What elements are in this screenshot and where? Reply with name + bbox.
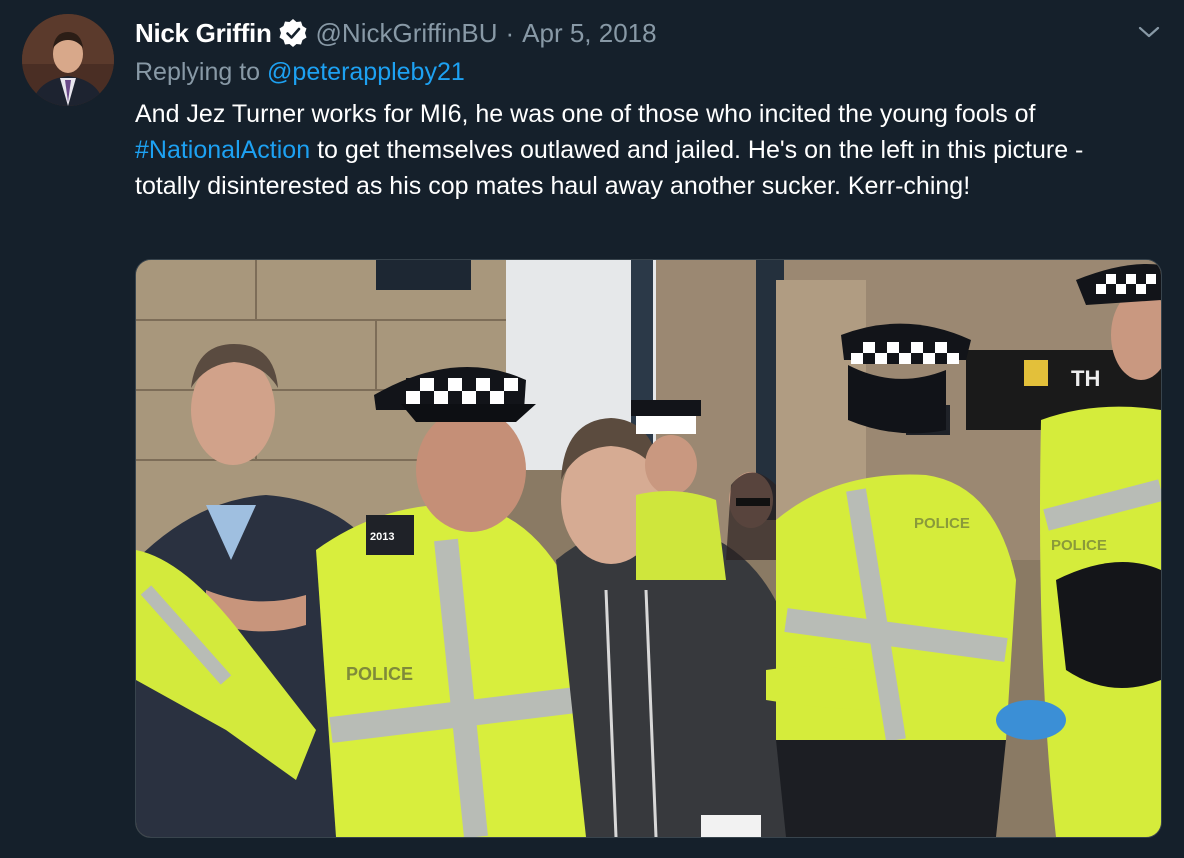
vest-label-1: POLICE (346, 664, 413, 684)
tweet-text: And Jez Turner works for MI6, he was one… (135, 96, 1145, 204)
replying-prefix: Replying to (135, 58, 261, 86)
author-name[interactable]: Nick Griffin (135, 18, 272, 49)
chevron-down-icon[interactable] (1136, 22, 1162, 42)
background-sign: TH (1071, 366, 1100, 391)
vest-label-2: POLICE (914, 515, 970, 532)
tweet-photo[interactable]: TH 2013 POLICE POLICE POLICE (135, 259, 1162, 838)
photo-arrest-scene: TH 2013 POLICE POLICE POLICE (136, 260, 1161, 837)
vest-label-3: POLICE (1051, 537, 1107, 554)
tweet-header: Nick Griffin @NickGriffinBU · Apr 5, 201… (135, 16, 657, 50)
reply-mention-link[interactable]: @peterappleby21 (267, 58, 465, 86)
author-handle[interactable]: @NickGriffinBU (316, 18, 498, 49)
avatar-photo (22, 14, 114, 106)
hashtag-link[interactable]: #NationalAction (135, 136, 310, 164)
tweet-date[interactable]: Apr 5, 2018 (522, 18, 656, 49)
replying-to: Replying to @peterappleby21 (135, 58, 465, 87)
tweet-text-part1: And Jez Turner works for MI6, he was one… (135, 100, 1036, 128)
header-separator: · (505, 17, 515, 48)
officer-shoulder-number: 2013 (370, 531, 394, 543)
verified-badge-icon (278, 18, 308, 48)
avatar[interactable] (22, 14, 114, 106)
